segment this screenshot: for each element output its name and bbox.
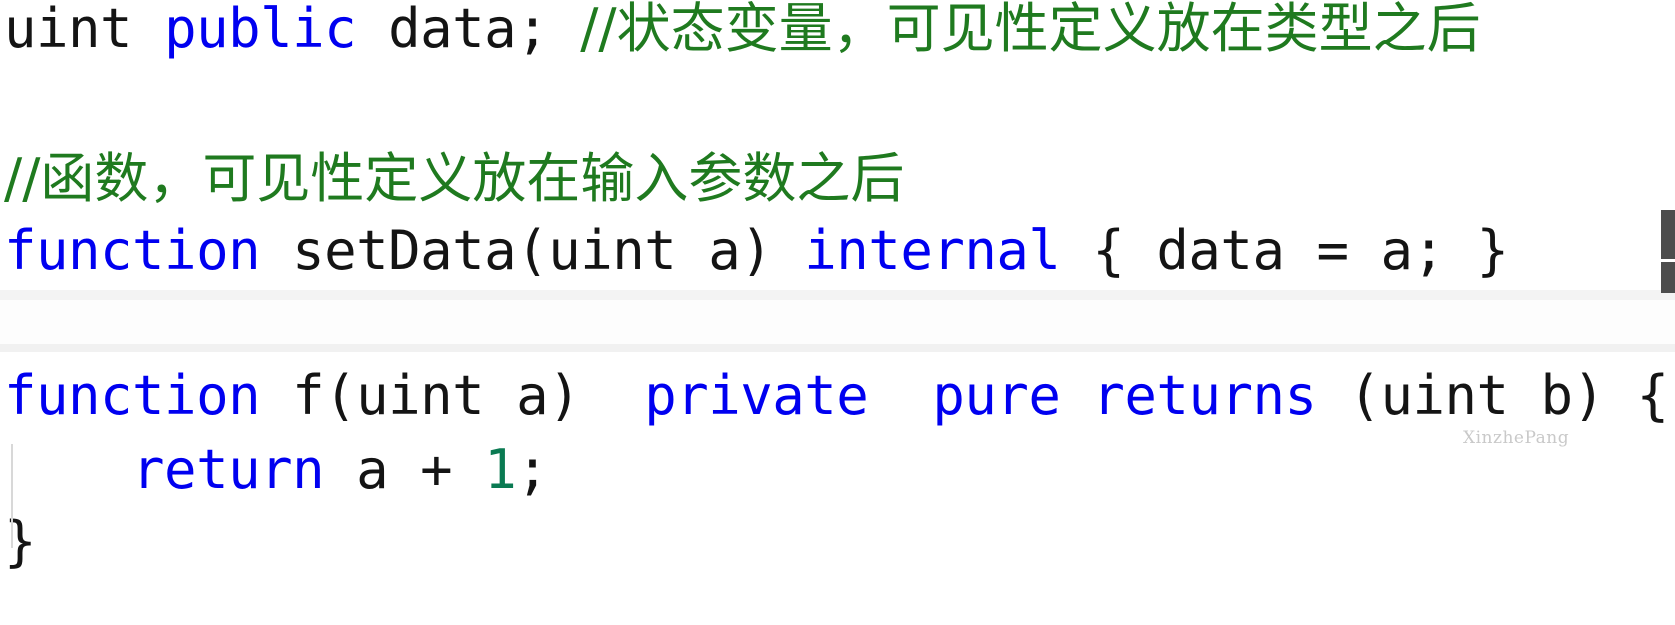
token-private-keyword: private <box>644 364 869 427</box>
code-line-function-comment: //函数，可见性定义放在输入参数之后 <box>4 144 904 214</box>
token-closing-brace: } <box>4 510 37 573</box>
token-uint: uint <box>4 0 165 60</box>
block-gap <box>0 300 1675 344</box>
code-line-return: return a + 1; <box>4 435 549 505</box>
token-function-keyword-2: function <box>4 364 261 427</box>
code-line-function-f: function f(uint a) private pure returns … <box>4 361 1669 431</box>
token-pure-keyword: pure <box>932 364 1061 427</box>
token-semicolon: ; <box>516 438 549 501</box>
token-data-declaration: data; <box>356 0 581 60</box>
token-return-type: (uint b) { <box>1316 364 1669 427</box>
scrollbar-thumb[interactable] <box>1661 210 1675 259</box>
token-return-keyword: return <box>132 438 325 501</box>
token-space-1 <box>868 364 932 427</box>
code-editor[interactable]: uint public data; //状态变量，可见性定义放在类型之后 //函… <box>0 0 1675 625</box>
token-internal-keyword: internal <box>804 219 1061 282</box>
vertical-scrollbar[interactable] <box>1661 0 1675 625</box>
code-block-function-f[interactable]: function f(uint a) private pure returns … <box>0 352 1675 625</box>
token-number-literal: 1 <box>484 438 517 501</box>
code-block-state-variable[interactable]: uint public data; //状态变量，可见性定义放在类型之后 //函… <box>0 0 1675 290</box>
code-line-closing-brace: } <box>4 507 37 577</box>
indent-guide-line <box>11 444 13 520</box>
token-function-keyword: function <box>4 219 261 282</box>
token-state-variable-comment: //状态变量，可见性定义放在类型之后 <box>580 0 1481 60</box>
block-separator-top <box>0 290 1675 300</box>
token-f-signature: f(uint a) <box>260 364 645 427</box>
scrollbar-thumb[interactable] <box>1661 262 1675 293</box>
token-return-expression: a + <box>324 438 485 501</box>
indent-guide-line <box>11 520 13 548</box>
token-space-2 <box>1060 364 1092 427</box>
token-function-comment: //函数，可见性定义放在输入参数之后 <box>4 147 905 210</box>
token-setdata-signature: setData(uint a) <box>260 219 805 282</box>
code-line-setdata: function setData(uint a) internal { data… <box>4 216 1509 286</box>
token-returns-keyword: returns <box>1092 364 1317 427</box>
watermark-label: XinzhePang <box>1463 428 1570 448</box>
code-line-state-variable: uint public data; //状态变量，可见性定义放在类型之后 <box>4 0 1481 64</box>
token-setdata-body: { data = a; } <box>1060 219 1509 282</box>
token-public-keyword: public <box>164 0 357 60</box>
